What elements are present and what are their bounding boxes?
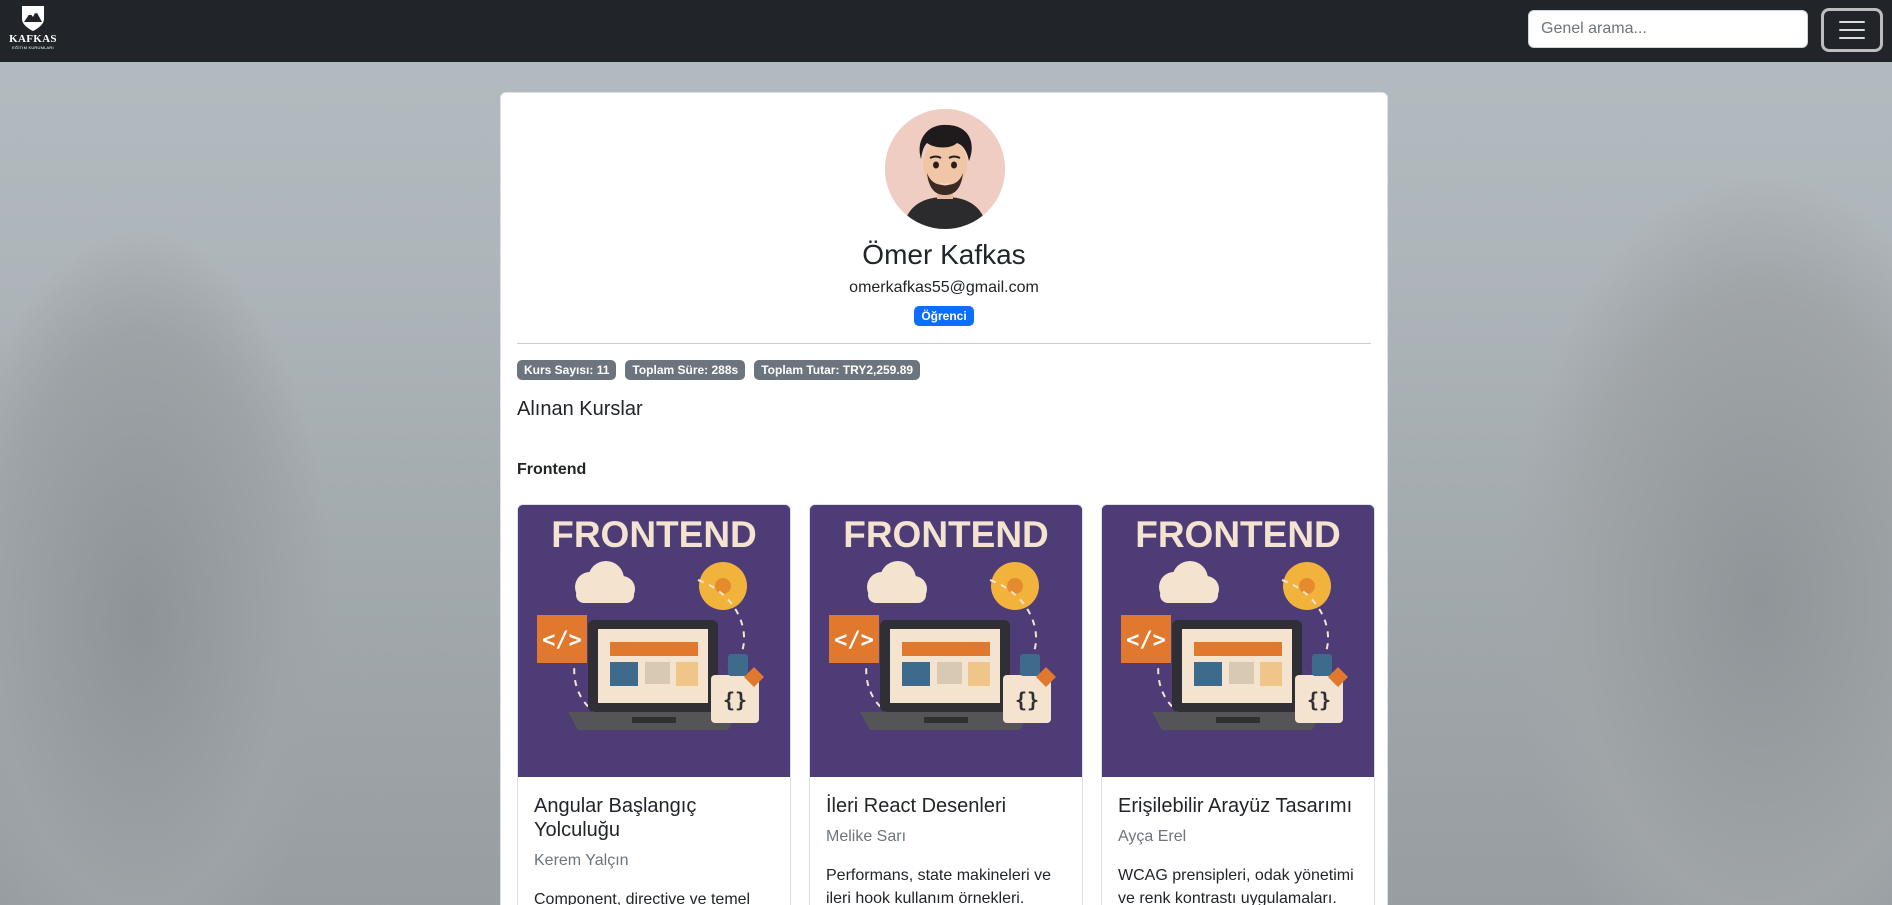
top-navbar: KAFKAS EĞİTİM KURUMLARI [0,0,1892,62]
code-tag-icon: </> [537,615,587,663]
profile-name: Ömer Kafkas [862,239,1026,270]
thumbnail-title: FRONTEND [843,514,1049,555]
hamburger-icon [1839,21,1865,23]
svg-text:{}: {} [1015,688,1039,712]
profile-email: omerkafkas55@gmail.com [849,279,1039,296]
category-heading: Frontend [517,461,587,478]
svg-text:{}: {} [1307,688,1331,712]
course-card[interactable]: FRONTEND </> [809,504,1083,905]
global-search-input[interactable] [1528,10,1808,48]
brand-subtitle: EĞİTİM KURUMLARI [12,45,54,50]
svg-text:</>: </> [1126,628,1166,653]
thumbnail-title: FRONTEND [1135,514,1341,555]
brand-name: KAFKAS [9,33,57,45]
svg-text:</>: </> [542,628,582,653]
course-description: Component, directive ve temel [534,891,751,905]
code-tag-icon: </> [829,615,879,663]
course-description: WCAG prensipleri, odak yönetimi ve renk … [1118,867,1354,905]
course-thumbnail: FRONTEND </> {} [1102,505,1374,777]
gear-icon [991,562,1039,610]
course-list: FRONTEND </> {} Angular Başlangıç Yolcul… [517,504,1375,905]
total-amount-badge: Toplam Tutar: TRY2,259.89 [754,360,921,380]
profile-card: Ömer Kafkas omerkafkas55@gmail.com Öğren… [500,92,1388,905]
course-instructor: Ayça Erel [1118,828,1187,845]
svg-text:{}: {} [723,688,747,712]
course-instructor: Melike Sarı [826,828,907,845]
menu-toggle-button[interactable] [1821,8,1883,52]
brand-logo[interactable]: KAFKAS EĞİTİM KURUMLARI [8,4,58,56]
role-badge: Öğrenci [914,306,974,326]
gear-icon [699,562,747,610]
course-thumbnail: FRONTEND </> {} [518,505,790,777]
avatar-illustration [885,109,1005,229]
stats-badges: Kurs Sayısı: 11 Toplam Süre: 288s Toplam… [517,360,921,380]
course-title[interactable]: Angular Başlangıç Yolculuğu [534,794,774,842]
course-count-badge: Kurs Sayısı: 11 [517,360,617,380]
course-card[interactable]: FRONTEND </> [1101,504,1375,905]
course-title[interactable]: İleri React Desenleri [826,794,1066,818]
mountain-shield-icon [22,6,44,31]
total-duration-badge: Toplam Süre: 288s [625,360,746,380]
thumbnail-title: FRONTEND [551,514,757,555]
divider [517,343,1371,344]
svg-text:</>: </> [834,628,874,653]
avatar [885,109,1005,229]
course-title[interactable]: Erişilebilir Arayüz Tasarımı [1118,794,1358,818]
gear-icon [1283,562,1331,610]
purchased-courses-heading: Alınan Kurslar [517,398,643,420]
code-tag-icon: </> [1121,615,1171,663]
course-instructor: Kerem Yalçın [534,852,629,869]
course-card[interactable]: FRONTEND </> [517,504,791,905]
course-description: Performans, state makineleri ve ileri ho… [826,867,1051,905]
course-thumbnail: FRONTEND </> {} [810,505,1082,777]
